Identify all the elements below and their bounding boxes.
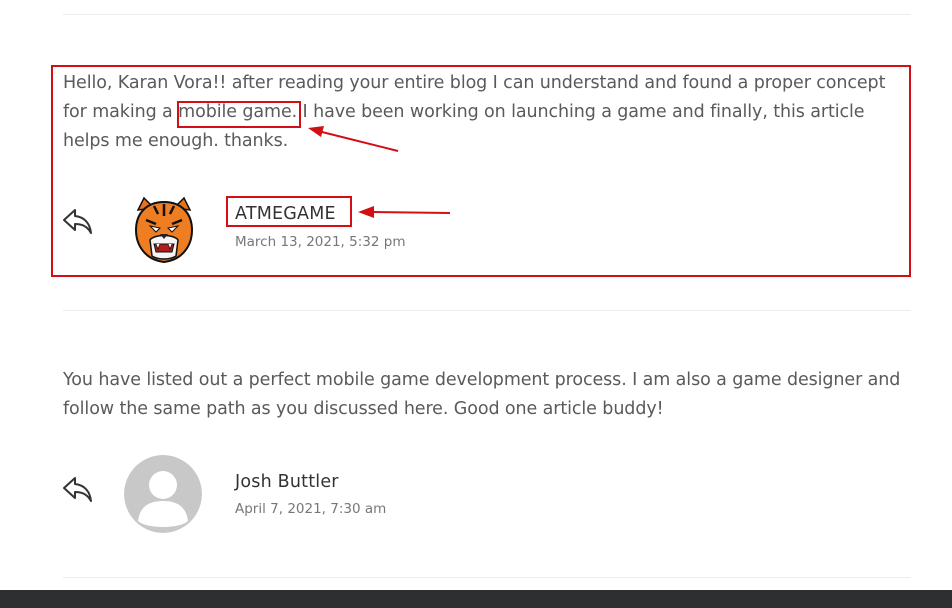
comment-2-date: April 7, 2021, 7:30 am [235,501,387,517]
footer-bar [0,590,952,608]
divider-bottom [63,577,911,578]
annotation-author-box [226,196,352,227]
default-user-icon [124,455,202,533]
annotation-keyword-box [177,101,301,128]
divider-top [63,14,911,15]
annotation-outer-box [51,65,911,277]
comment-2-author[interactable]: Josh Buttler [235,472,339,492]
divider-middle [63,310,911,311]
comment-2-text: You have listed out a perfect mobile gam… [63,370,901,419]
reply-icon[interactable] [62,474,94,504]
